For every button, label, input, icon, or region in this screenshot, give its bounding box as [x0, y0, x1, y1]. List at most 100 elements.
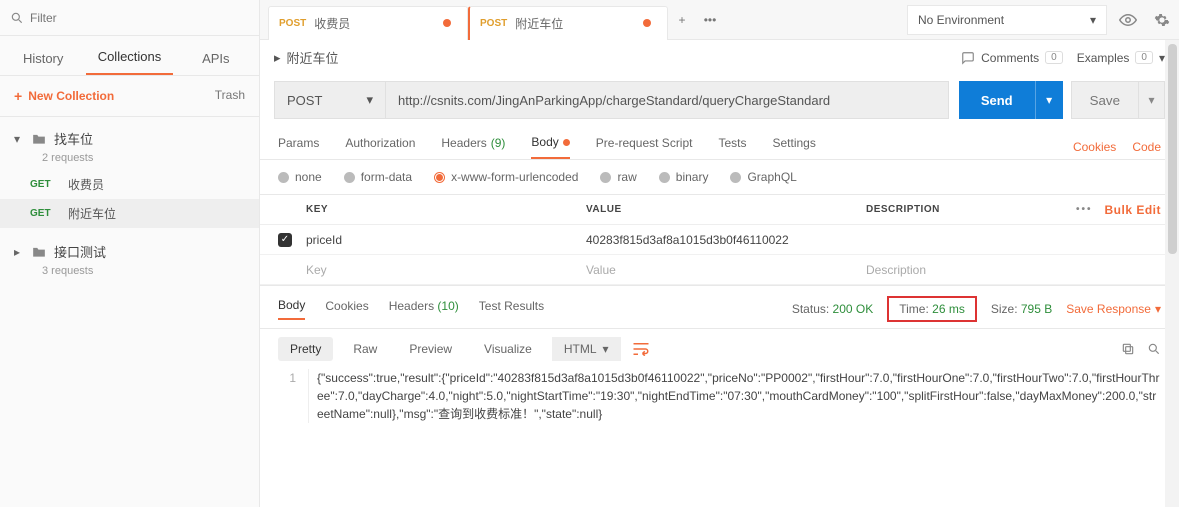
- kv-header-key: KEY: [306, 204, 586, 215]
- size-label: Size:: [991, 302, 1018, 316]
- format-select[interactable]: HTML▾: [552, 337, 621, 361]
- sidebar-tab-apis[interactable]: APIs: [173, 41, 259, 75]
- tab-params[interactable]: Params: [278, 136, 319, 158]
- copy-button[interactable]: [1121, 342, 1135, 356]
- collections-tree: ▾ 找车位 2 requests GET 收费员 GET 附近车位 ▸ 接口测试…: [0, 117, 259, 289]
- kv-row[interactable]: ✓ priceId 40283f815d3af8a1015d3b0f461100…: [260, 225, 1179, 255]
- caret-right-icon: ▸: [14, 245, 24, 259]
- environment-quicklook-button[interactable]: [1111, 5, 1145, 35]
- scrollbar[interactable]: [1165, 40, 1179, 507]
- examples-count: 0: [1135, 51, 1153, 64]
- response-tabs: Body Cookies Headers (10) Test Results S…: [260, 286, 1179, 329]
- body-type-label: x-www-form-urlencoded: [451, 170, 578, 184]
- body-dot-icon: [563, 139, 570, 146]
- top-tabs: POST 收费员 POST 附近车位 + ••• No Environment …: [260, 0, 1179, 40]
- body-type-none[interactable]: none: [278, 170, 322, 184]
- filter-input[interactable]: [30, 11, 249, 25]
- new-tab-button[interactable]: +: [668, 6, 696, 34]
- request-row[interactable]: GET 收费员: [0, 170, 259, 199]
- resp-tab-cookies[interactable]: Cookies: [325, 299, 368, 319]
- time-label: Time:: [899, 302, 929, 316]
- save-response-label: Save Response: [1066, 302, 1151, 316]
- body-type-label: binary: [676, 170, 709, 184]
- send-button[interactable]: Send: [959, 81, 1035, 119]
- comments-count: 0: [1045, 51, 1063, 64]
- radio-selected-icon: [434, 172, 445, 183]
- body-type-graphql[interactable]: GraphQL: [730, 170, 796, 184]
- chevron-down-icon: ▾: [1090, 13, 1096, 27]
- body-type-form-data[interactable]: form-data: [344, 170, 412, 184]
- tab-body-label: Body: [531, 135, 558, 149]
- tab-prerequest[interactable]: Pre-request Script: [596, 136, 693, 158]
- kv-more-button[interactable]: •••: [1076, 204, 1093, 215]
- request-row[interactable]: GET 附近车位: [0, 199, 259, 228]
- view-preview[interactable]: Preview: [397, 337, 464, 361]
- format-label: HTML: [564, 342, 597, 356]
- tab-settings[interactable]: Settings: [773, 136, 816, 158]
- status-label: Status:: [792, 302, 829, 316]
- dirty-dot-icon: [643, 19, 651, 27]
- comments-button[interactable]: Comments 0: [961, 51, 1063, 65]
- request-tab[interactable]: POST 收费员: [268, 6, 468, 40]
- send-dropdown[interactable]: ▾: [1035, 81, 1063, 119]
- kv-row-empty[interactable]: Key Value Description: [260, 255, 1179, 285]
- resp-tab-headers[interactable]: Headers (10): [389, 299, 459, 319]
- chevron-down-icon: ▾: [366, 92, 373, 108]
- new-collection-label: New Collection: [28, 89, 114, 103]
- comment-icon: [961, 51, 975, 65]
- kv-value-placeholder[interactable]: Value: [586, 263, 866, 277]
- response-body: 1 {"success":true,"result":{"priceId":"4…: [260, 369, 1179, 431]
- body-type-raw[interactable]: raw: [600, 170, 636, 184]
- tab-body[interactable]: Body: [531, 135, 569, 159]
- checkbox-checked-icon[interactable]: ✓: [278, 233, 292, 247]
- kv-key-placeholder[interactable]: Key: [306, 263, 586, 277]
- sidebar-actions: +New Collection Trash: [0, 76, 259, 117]
- save-response-button[interactable]: Save Response ▾: [1066, 302, 1161, 316]
- cookies-link[interactable]: Cookies: [1073, 140, 1116, 154]
- save-button[interactable]: Save: [1071, 81, 1139, 119]
- request-tab[interactable]: POST 附近车位: [468, 6, 668, 40]
- tab-tests[interactable]: Tests: [718, 136, 746, 158]
- kv-desc-placeholder[interactable]: Description: [866, 263, 1051, 277]
- search-response-button[interactable]: [1147, 342, 1161, 356]
- scrollbar-thumb[interactable]: [1168, 44, 1177, 254]
- body-type-label: GraphQL: [747, 170, 796, 184]
- sidebar-tabs: History Collections APIs: [0, 36, 259, 76]
- tab-authorization[interactable]: Authorization: [345, 136, 415, 158]
- sidebar-tab-history[interactable]: History: [0, 41, 86, 75]
- kv-key-cell[interactable]: priceId: [306, 233, 586, 247]
- view-raw[interactable]: Raw: [341, 337, 389, 361]
- settings-button[interactable]: [1145, 5, 1179, 35]
- new-collection-button[interactable]: +New Collection: [14, 88, 114, 104]
- body-types: none form-data x-www-form-urlencoded raw…: [260, 160, 1179, 195]
- examples-button[interactable]: Examples 0 ▾: [1077, 51, 1165, 65]
- tab-headers-count: (9): [491, 136, 506, 150]
- wrap-toggle[interactable]: [629, 337, 653, 361]
- kv-value-cell[interactable]: 40283f815d3af8a1015d3b0f46110022: [586, 233, 866, 247]
- chevron-down-icon: ▾: [1155, 302, 1161, 316]
- trash-button[interactable]: Trash: [215, 88, 245, 104]
- view-pretty[interactable]: Pretty: [278, 337, 333, 361]
- resp-tab-headers-label: Headers: [389, 299, 434, 313]
- code-link[interactable]: Code: [1132, 140, 1161, 154]
- body-type-binary[interactable]: binary: [659, 170, 709, 184]
- body-type-urlencoded[interactable]: x-www-form-urlencoded: [434, 170, 578, 184]
- save-dropdown[interactable]: ▾: [1139, 81, 1165, 119]
- time-value: 26 ms: [932, 302, 965, 316]
- bulk-edit-button[interactable]: Bulk Edit: [1104, 203, 1161, 217]
- collection-row[interactable]: ▸ 接口测试: [0, 236, 259, 267]
- body-type-label: form-data: [361, 170, 412, 184]
- sidebar-tab-collections[interactable]: Collections: [86, 39, 172, 75]
- view-visualize[interactable]: Visualize: [472, 337, 544, 361]
- tab-more-button[interactable]: •••: [696, 6, 724, 34]
- tab-headers[interactable]: Headers (9): [441, 136, 505, 158]
- collection-row[interactable]: ▾ 找车位: [0, 123, 259, 154]
- response-code[interactable]: {"success":true,"result":{"priceId":"402…: [308, 369, 1161, 423]
- resp-tab-body[interactable]: Body: [278, 298, 305, 320]
- environment-select[interactable]: No Environment ▾: [907, 5, 1107, 35]
- collection-title: 找车位: [54, 129, 93, 148]
- method-select[interactable]: POST ▾: [274, 81, 386, 119]
- resp-tab-tests[interactable]: Test Results: [479, 299, 544, 319]
- method-tag: POST: [279, 18, 306, 29]
- url-input[interactable]: [386, 81, 949, 119]
